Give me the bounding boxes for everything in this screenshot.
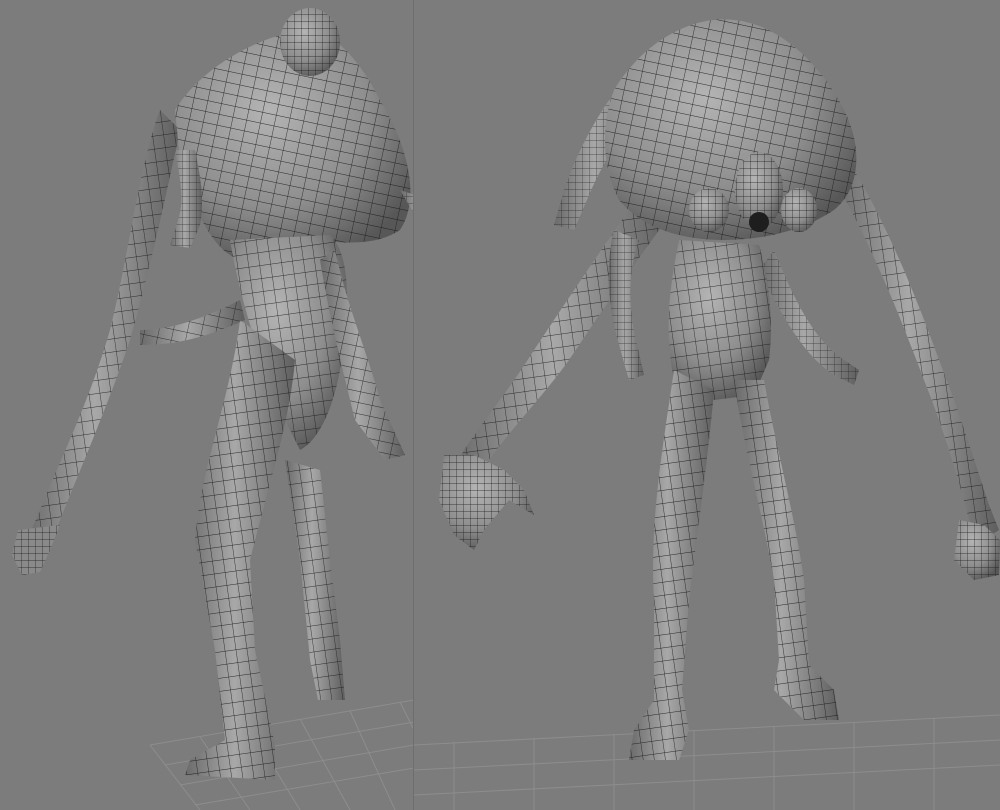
viewport-right[interactable] bbox=[414, 0, 1000, 810]
ground-grid bbox=[414, 714, 1000, 810]
viewport-left-canvas[interactable] bbox=[0, 0, 414, 810]
modeling-workspace bbox=[0, 0, 1000, 810]
viewport-right-canvas[interactable] bbox=[414, 0, 1000, 810]
viewport-left[interactable] bbox=[0, 0, 414, 810]
creature-mesh-left bbox=[12, 8, 414, 780]
ground-grid bbox=[149, 699, 414, 810]
creature-mesh-right bbox=[439, 19, 1000, 760]
mouth bbox=[749, 212, 769, 232]
